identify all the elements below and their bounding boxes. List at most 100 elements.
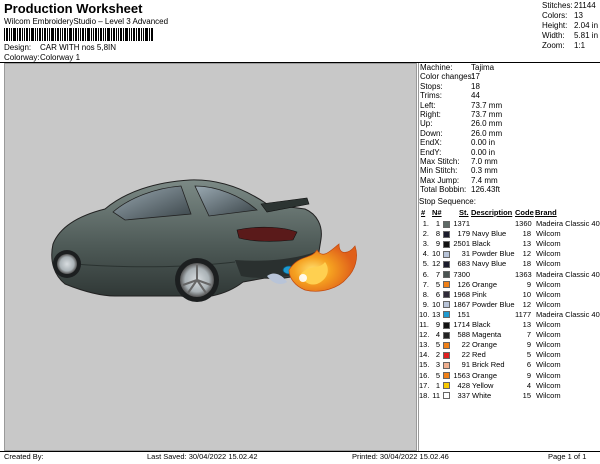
row-brand: Wilcom	[536, 340, 561, 350]
row-code: 1177	[515, 309, 532, 319]
row-brand: Wilcom	[536, 239, 561, 249]
row-code: 18	[522, 229, 531, 239]
row-stitches: 1867	[453, 299, 470, 309]
row-needle: 1	[435, 219, 440, 228]
col-code: Code	[515, 208, 534, 217]
row-brand: Wilcom	[536, 370, 561, 380]
col-brand: Brand	[535, 208, 557, 217]
table-row: 8. 6 1968 Pink 10 Wilcom	[419, 290, 600, 300]
row-description: Orange	[472, 370, 498, 380]
row-needle: 4	[435, 330, 440, 340]
info-row: EndX: 0.00 in	[419, 138, 600, 147]
color-swatch	[443, 291, 450, 299]
row-index: 9.	[422, 299, 429, 309]
row-stitches: 683	[457, 259, 470, 269]
info-label: Down:	[420, 128, 443, 138]
table-row: 13. 5 22 Orange 9 Wilcom	[419, 340, 600, 350]
info-row: Max Jump: 7.4 mm	[419, 176, 600, 185]
row-needle: 1	[435, 380, 440, 390]
table-row: 4. 10 31 Powder Blue 12 Wilcom	[419, 249, 600, 259]
stop-sequence-header: # N# St. Description Code Brand	[419, 208, 600, 218]
stat-value: 2.04 in	[574, 21, 599, 30]
row-description: Brick Red	[472, 360, 505, 370]
info-label: Max Stitch:	[420, 156, 460, 166]
col-description: Description	[471, 208, 513, 217]
color-swatch	[443, 341, 450, 349]
info-label: Trims:	[420, 91, 442, 101]
row-needle: 5	[435, 279, 440, 289]
row-code: 6	[526, 360, 531, 370]
color-swatch	[443, 351, 450, 359]
row-code: 12	[522, 299, 531, 309]
row-stitches: 179	[457, 229, 470, 239]
row-code: 13	[522, 239, 531, 249]
row-description: Powder Blue	[472, 249, 515, 259]
stat-row: Height: 2.04 in	[542, 21, 598, 31]
row-needle: 10	[432, 249, 441, 259]
info-row: Stops: 18	[419, 82, 600, 91]
info-label: Min Stitch:	[420, 166, 458, 176]
row-stitches: 1714	[453, 320, 470, 329]
row-brand: Madeira Classic 40	[536, 219, 600, 228]
col-stitches: St.	[459, 208, 469, 217]
row-code: 4	[526, 380, 531, 390]
row-code: 1363	[515, 269, 532, 279]
color-swatch	[443, 220, 450, 228]
row-brand: Wilcom	[536, 299, 561, 309]
row-brand: Wilcom	[536, 390, 561, 400]
color-swatch	[443, 382, 450, 390]
row-description: Black	[472, 320, 491, 329]
table-row: 5. 12 683 Navy Blue 18 Wilcom	[419, 259, 600, 269]
created-by: Created By:	[4, 452, 44, 461]
stat-label: Colors:	[542, 11, 568, 20]
info-row: EndY: 0.00 in	[419, 148, 600, 157]
stop-sequence-title: Stop Sequence:	[419, 197, 476, 206]
stat-label: Width:	[542, 31, 565, 40]
color-swatch	[443, 311, 450, 319]
footer-divider	[0, 451, 600, 452]
row-stitches: 588	[457, 330, 470, 340]
row-code: 18	[522, 259, 531, 269]
row-brand: Wilcom	[536, 330, 561, 340]
row-description: White	[472, 390, 492, 400]
stat-value: 13	[574, 11, 583, 20]
info-row: Total Bobbin: 126.43ft	[419, 185, 600, 194]
row-needle: 5	[435, 370, 440, 380]
table-row: 16. 5 1563 Orange 9 Wilcom	[419, 371, 600, 381]
row-needle: 10	[432, 299, 441, 309]
table-row: 15. 3 91 Brick Red 6 Wilcom	[419, 360, 600, 370]
col-index: #	[421, 208, 426, 217]
row-code: 13	[522, 320, 531, 329]
stat-row: Colors: 13	[542, 11, 598, 21]
row-stitches: 22	[461, 340, 470, 350]
row-stitches: 1968	[453, 289, 470, 299]
colorway-label: Colorway:	[4, 53, 40, 62]
page-number: Page 1 of 1	[548, 452, 587, 461]
stat-value: 5.81 in	[574, 31, 599, 40]
row-stitches: 2501	[453, 239, 470, 249]
color-swatch	[443, 321, 450, 329]
row-index: 6.	[422, 269, 429, 279]
info-row: Min Stitch: 0.3 mm	[419, 166, 600, 175]
row-description: Orange	[472, 340, 498, 350]
color-swatch	[443, 392, 450, 400]
row-brand: Wilcom	[536, 229, 561, 239]
color-swatch	[443, 260, 450, 268]
info-value: 7.0 mm	[471, 156, 498, 166]
row-code: 9	[526, 279, 531, 289]
table-row: 10. 13 151 1177 Madeira Classic 40	[419, 310, 600, 320]
design-preview	[4, 63, 417, 451]
table-row: 2. 8 179 Navy Blue 18 Wilcom	[419, 229, 600, 239]
color-swatch	[443, 230, 450, 238]
table-row: 17. 1 428 Yellow 4 Wilcom	[419, 381, 600, 391]
last-saved: Last Saved: 30/04/2022 15.02.42	[147, 452, 258, 461]
row-stitches: 31	[461, 249, 470, 259]
info-label: Color changes:	[420, 72, 474, 82]
table-row: 7. 5 126 Orange 9 Wilcom	[419, 280, 600, 290]
row-index: 18.	[419, 390, 430, 400]
color-swatch	[443, 250, 450, 258]
row-stitches: 1371	[453, 219, 470, 228]
colorway-row: Colorway:Colorway 1	[4, 53, 80, 62]
row-brand: Madeira Classic 40	[536, 269, 600, 279]
info-label: EndX:	[420, 138, 442, 148]
